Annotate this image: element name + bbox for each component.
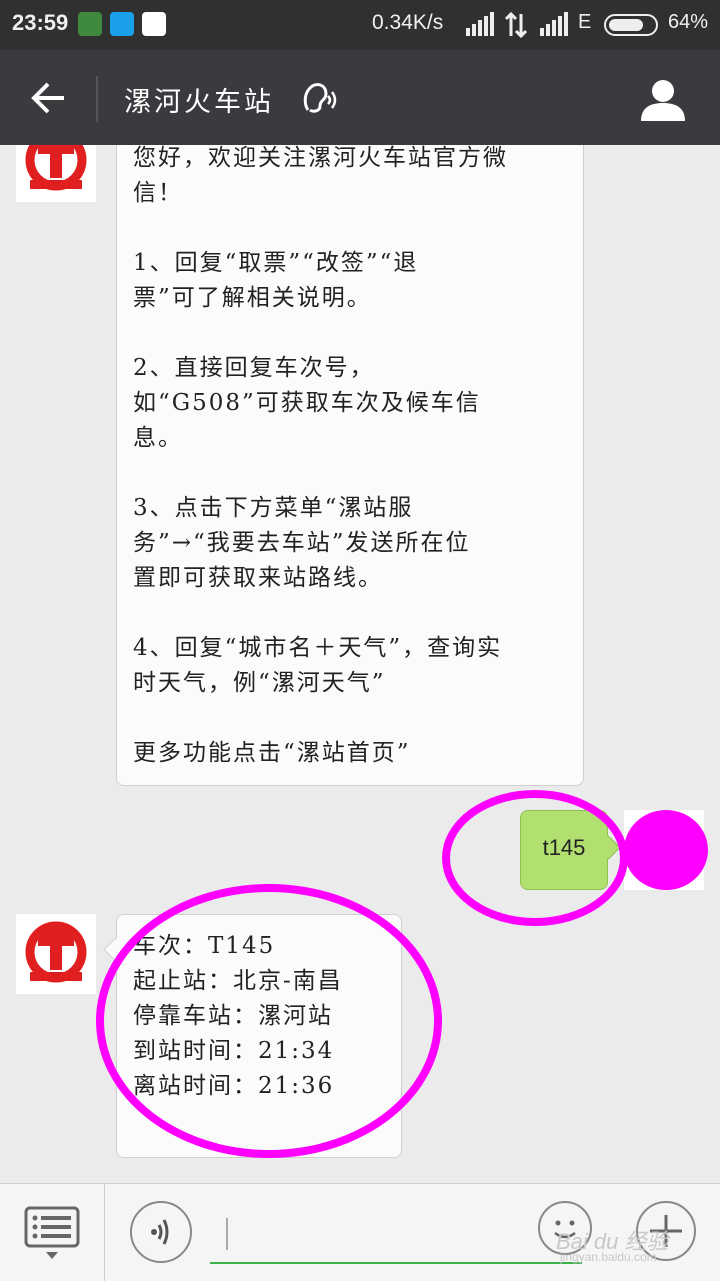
signal-icon (466, 12, 494, 36)
status-time: 23:59 (12, 10, 69, 35)
watermark-url: jingyan.baidu.com (560, 1250, 657, 1264)
voice-input-button[interactable] (130, 1201, 192, 1263)
status-bar: 23:59 0.34K/s E 64% (0, 0, 720, 50)
water-drop-app-icon (110, 12, 134, 36)
train-number-line: 车次：T145 (133, 933, 276, 959)
toolbar-divider (104, 1184, 105, 1281)
network-type: E (578, 11, 592, 33)
railway-logo-avatar-2[interactable] (16, 914, 96, 994)
user-avatar[interactable] (624, 810, 708, 890)
menu-list-icon[interactable] (20, 1204, 84, 1264)
battery-icon (604, 14, 658, 36)
welcome-message-bubble: 您好，欢迎关注漯河火车站官方微 信！ 1、回复“取票”“改签”“退 票”可了解相… (116, 110, 584, 786)
security-app-icon (78, 12, 102, 36)
input-toolbar: Bai du 经验 jingyan.baidu.com (0, 1183, 720, 1281)
stop-station-line: 停靠车站：漯河站 (133, 1003, 333, 1029)
profile-icon[interactable] (638, 75, 688, 125)
back-arrow-icon[interactable] (28, 78, 68, 118)
qq-app-icon (142, 12, 166, 36)
chat-title: 漯河火车站 (124, 87, 274, 118)
departure-time-line: 离站时间：21:36 (133, 1073, 335, 1099)
data-transfer-icon (505, 12, 527, 38)
message-input[interactable] (210, 1212, 582, 1264)
chat-header: 漯河火车站 (0, 50, 720, 145)
train-info-bubble: 车次：T145 起止站：北京-南昌 停靠车站：漯河站 到站时间：21:34 离站… (103, 914, 402, 1158)
avatar-redaction-dot (624, 810, 708, 890)
voice-wave-icon (151, 1219, 169, 1245)
battery-percent: 64% (668, 11, 709, 33)
arrival-time-line: 到站时间：21:34 (133, 1038, 335, 1064)
ear-icon (303, 83, 337, 113)
sent-message-text: t145 (542, 835, 586, 860)
railway-logo-icon (25, 921, 87, 983)
net-speed: 0.34K/s (372, 11, 444, 34)
signal-icon-2 (540, 12, 568, 36)
header-divider (96, 76, 98, 122)
welcome-message-text: 您好，欢迎关注漯河火车站官方微 信！ 1、回复“取票”“改签”“退 票”可了解相… (133, 145, 508, 766)
route-line: 起止站：北京-南昌 (133, 968, 343, 994)
sent-message-bubble: t145 (520, 810, 621, 890)
